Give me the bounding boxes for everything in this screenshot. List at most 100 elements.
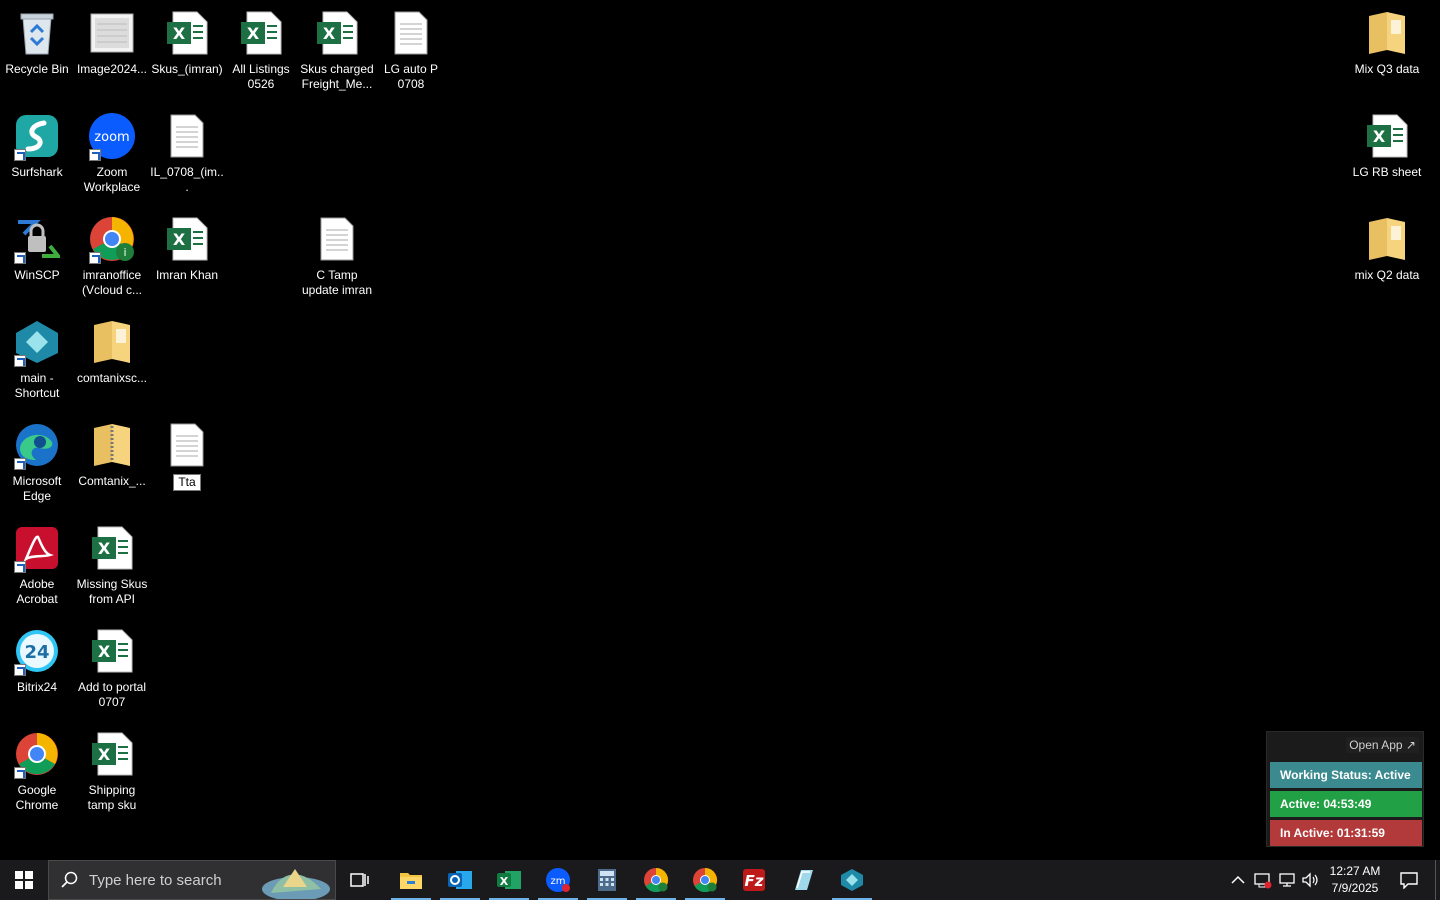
app-shortcut-icon bbox=[841, 869, 863, 891]
desktop-icon-edge[interactable]: Microsoft Edge bbox=[0, 420, 74, 504]
excel-file-icon: X bbox=[162, 214, 212, 264]
icon-label: main - Shortcut bbox=[14, 371, 60, 400]
icon-label: comtanixsc... bbox=[76, 371, 148, 385]
taskbar-clock[interactable]: 12:27 AM 7/9/2025 bbox=[1318, 860, 1392, 900]
svg-text:zoom: zoom bbox=[94, 130, 129, 145]
taskbar-main-app[interactable] bbox=[828, 860, 876, 900]
task-view-icon bbox=[350, 873, 369, 887]
desktop-icon-mix-q2-data[interactable]: mix Q2 data bbox=[1350, 214, 1424, 283]
icon-label: Image2024... bbox=[76, 62, 148, 76]
svg-text:X: X bbox=[98, 539, 111, 558]
desktop-icon-all-listings[interactable]: X All Listings 0526 bbox=[224, 8, 298, 92]
time-tracker-widget: Open App ↗ Working Status: Active Active… bbox=[1266, 731, 1424, 847]
desktop-icon-zoom-workplace[interactable]: zoom Zoom Workplace bbox=[75, 111, 149, 195]
tray-network-alert[interactable] bbox=[1252, 860, 1274, 900]
taskbar-calculator[interactable] bbox=[583, 860, 631, 900]
shortcut-arrow-icon bbox=[14, 561, 26, 573]
show-desktop-button[interactable] bbox=[1435, 860, 1440, 900]
desktop-icon-skus-imran[interactable]: X Skus_(imran) bbox=[150, 8, 224, 77]
action-center-button[interactable] bbox=[1394, 860, 1424, 900]
chrome-icon bbox=[12, 729, 62, 779]
taskbar-filezilla[interactable]: Fz bbox=[730, 860, 778, 900]
folder-icon bbox=[1362, 8, 1412, 58]
desktop-icon-bitrix24[interactable]: 24 Bitrix24 bbox=[0, 626, 74, 695]
icon-label: Skus charged Freight_Me... bbox=[300, 62, 374, 91]
desktop-icon-adobe-acrobat[interactable]: Adobe Acrobat bbox=[0, 523, 74, 607]
acrobat-icon bbox=[12, 523, 62, 573]
taskbar-file-explorer[interactable] bbox=[387, 860, 435, 900]
filezilla-icon: Fz bbox=[743, 869, 765, 891]
icon-label: WinSCP bbox=[14, 268, 60, 282]
desktop-icon-comtanixsc[interactable]: comtanixsc... bbox=[75, 317, 149, 386]
svg-text:X: X bbox=[173, 230, 186, 249]
desktop-icon-il-0708[interactable]: IL_0708_(im... bbox=[150, 111, 224, 195]
icon-label: Zoom Workplace bbox=[83, 165, 141, 194]
svg-text:X: X bbox=[1373, 127, 1386, 146]
excel-file-icon: X bbox=[162, 8, 212, 58]
tray-network[interactable] bbox=[1276, 860, 1298, 900]
desktop-icon-lg-auto-p[interactable]: LG auto P 0708 bbox=[374, 8, 448, 92]
shortcut-arrow-icon bbox=[14, 664, 26, 676]
desktop-icon-surfshark[interactable]: Surfshark bbox=[0, 111, 74, 180]
icon-label: Add to portal 0707 bbox=[77, 680, 147, 709]
desktop-icon-comtanix-zip[interactable]: Comtanix_... bbox=[75, 420, 149, 489]
show-hidden-icons-button[interactable] bbox=[1228, 860, 1248, 900]
icon-label: LG RB sheet bbox=[1352, 165, 1422, 179]
desktop-icon-c-tamp[interactable]: C Tamp update imran bbox=[300, 214, 374, 298]
taskbar-excel[interactable]: X bbox=[485, 860, 533, 900]
clock-time: 12:27 AM bbox=[1329, 864, 1381, 878]
winscp-icon bbox=[12, 214, 62, 264]
shortcut-arrow-icon bbox=[14, 355, 26, 367]
desktop-icon-imranoffice[interactable]: i imranoffice (Vcloud c... bbox=[75, 214, 149, 298]
icon-label: mix Q2 data bbox=[1354, 268, 1420, 282]
working-status-bar: Working Status: Active bbox=[1270, 762, 1422, 788]
zoom-icon: zm bbox=[546, 868, 570, 892]
shortcut-arrow-icon bbox=[14, 149, 26, 161]
desktop-icon-shipping-tamp[interactable]: X Shipping tamp sku bbox=[75, 729, 149, 813]
desktop-icon-skus-charged[interactable]: X Skus charged Freight_Me... bbox=[300, 8, 374, 92]
notepad-icon bbox=[795, 870, 813, 890]
icon-label: Bitrix24 bbox=[16, 680, 57, 694]
start-button[interactable] bbox=[0, 860, 48, 900]
taskbar-zoom[interactable]: zm bbox=[534, 860, 582, 900]
desktop-icon-add-to-portal[interactable]: X Add to portal 0707 bbox=[75, 626, 149, 710]
app-shortcut-icon bbox=[12, 317, 62, 367]
active-time-bar: Active: 04:53:49 bbox=[1270, 791, 1422, 817]
desktop-icon-mix-q3-data[interactable]: Mix Q3 data bbox=[1350, 8, 1424, 77]
svg-text:X: X bbox=[173, 24, 186, 43]
folder-icon bbox=[1362, 214, 1412, 264]
desktop-icon-winscp[interactable]: WinSCP bbox=[0, 214, 74, 283]
icon-label: Adobe Acrobat bbox=[16, 577, 58, 606]
desktop-icon-missing-skus[interactable]: X Missing Skus from API bbox=[75, 523, 149, 607]
taskbar-chrome-profile[interactable] bbox=[681, 860, 729, 900]
svg-text:X: X bbox=[98, 745, 111, 764]
desktop-icon-image2024[interactable]: Image2024... bbox=[75, 8, 149, 77]
search-icon bbox=[61, 871, 78, 888]
taskbar-search-box[interactable]: Type here to search bbox=[48, 860, 336, 900]
icon-label: Recycle Bin bbox=[5, 62, 69, 76]
excel-file-icon: X bbox=[312, 8, 362, 58]
desktop-icon-main-shortcut[interactable]: main - Shortcut bbox=[0, 317, 74, 401]
taskbar-outlook[interactable] bbox=[436, 860, 484, 900]
excel-file-icon: X bbox=[236, 8, 286, 58]
icon-label: IL_0708_(im... bbox=[150, 165, 224, 194]
notification-icon bbox=[1400, 872, 1418, 889]
icon-label: Comtanix_... bbox=[78, 474, 146, 488]
desktop-icon-recycle-bin[interactable]: Recycle Bin bbox=[0, 8, 74, 77]
open-app-button[interactable]: Open App ↗ bbox=[1346, 737, 1419, 753]
taskbar: Type here to search X zm Fz 12:27 AM 7/9… bbox=[0, 860, 1440, 900]
task-view-button[interactable] bbox=[336, 860, 384, 900]
rename-label[interactable]: Tta bbox=[173, 474, 201, 491]
desktop-icon-tta[interactable]: Tta bbox=[150, 420, 224, 491]
desktop-icon-imran-khan[interactable]: X Imran Khan bbox=[150, 214, 224, 283]
volume-icon bbox=[1302, 872, 1318, 888]
desktop-icon-google-chrome[interactable]: Google Chrome bbox=[0, 729, 74, 813]
icon-label: Imran Khan bbox=[155, 268, 219, 282]
surfshark-icon bbox=[12, 111, 62, 161]
desktop-icon-lg-rb-sheet[interactable]: X LG RB sheet bbox=[1350, 111, 1424, 180]
svg-text:24: 24 bbox=[24, 642, 49, 663]
bitrix24-icon: 24 bbox=[12, 626, 62, 676]
taskbar-chrome[interactable] bbox=[632, 860, 680, 900]
svg-text:X: X bbox=[247, 24, 260, 43]
taskbar-notepad-app[interactable] bbox=[779, 860, 827, 900]
